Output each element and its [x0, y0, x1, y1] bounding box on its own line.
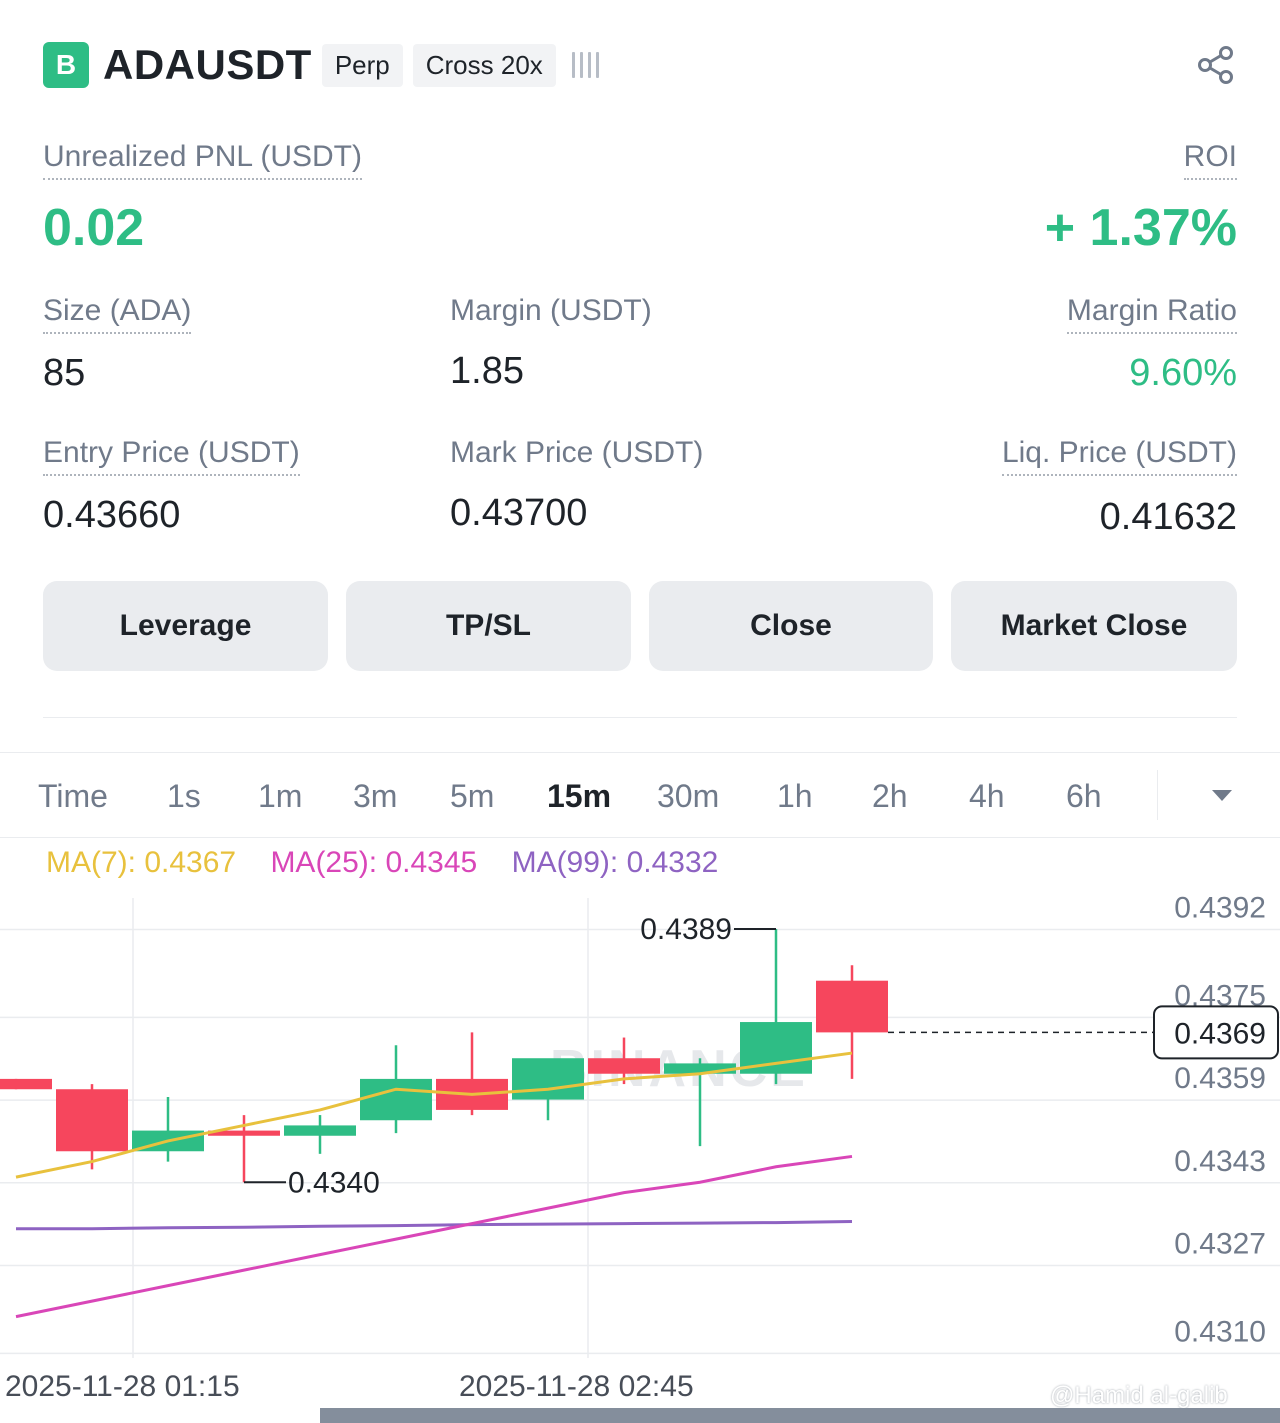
size-value: 85 — [43, 352, 86, 394]
timeframe-bar: Time 1s 1m 3m 5m 15m 30m 1h 2h 4h 6h — [0, 760, 1280, 836]
tab-15m[interactable]: 15m — [547, 778, 611, 815]
y-axis-tick: 0.4310 — [1174, 1315, 1266, 1348]
liq-price-value: 0.41632 — [1099, 496, 1237, 538]
current-price-label: 0.4369 — [1174, 1017, 1266, 1050]
position-header: B ADAUSDT Perp Cross 20x — [43, 40, 1237, 90]
exchange-logo: B — [43, 42, 89, 88]
tab-3m[interactable]: 3m — [353, 778, 397, 815]
tab-time[interactable]: Time — [38, 778, 108, 815]
tpsl-button[interactable]: TP/SL — [346, 581, 631, 671]
x-axis-tick: 2025-11-28 02:45 — [459, 1370, 694, 1403]
ma99-legend: MA(99): 0.4332 — [511, 846, 719, 879]
candle-body — [360, 1078, 432, 1121]
margin-mode-tag[interactable]: Cross 20x — [412, 43, 556, 87]
section-divider — [43, 717, 1237, 718]
ma25-line — [15, 1154, 853, 1319]
size-label[interactable]: Size (ADA) — [43, 294, 192, 334]
close-button[interactable]: Close — [649, 581, 933, 671]
liq-price-label[interactable]: Liq. Price (USDT) — [1001, 436, 1237, 476]
mark-price-value: 0.43700 — [450, 492, 588, 534]
high-price-label: 0.4389 — [640, 913, 732, 946]
roi-label[interactable]: ROI — [1183, 140, 1237, 180]
tab-1s[interactable]: 1s — [167, 778, 201, 815]
tab-1m[interactable]: 1m — [258, 778, 302, 815]
candle-body — [512, 1058, 584, 1100]
ma99-line — [16, 1220, 853, 1231]
ma-legend: MA(7): 0.4367 MA(25): 0.4345 MA(99): 0.4… — [46, 846, 744, 880]
timeframe-separator — [1157, 770, 1158, 820]
margin-ratio-value: 9.60% — [1129, 352, 1237, 394]
margin-label: Margin (USDT) — [450, 294, 652, 327]
market-close-button[interactable]: Market Close — [951, 581, 1237, 671]
tab-1h[interactable]: 1h — [777, 778, 813, 815]
candle-body — [0, 1078, 52, 1090]
entry-price-value: 0.43660 — [43, 494, 181, 536]
credit-watermark: @Hamid al-galib — [1050, 1382, 1228, 1409]
candle-body — [816, 980, 888, 1033]
candle-body — [588, 1058, 660, 1074]
tab-5m[interactable]: 5m — [450, 778, 494, 815]
leverage-button[interactable]: Leverage — [43, 581, 328, 671]
chart-scrollbar[interactable] — [320, 1408, 1280, 1423]
tab-6h[interactable]: 6h — [1066, 778, 1102, 815]
y-axis-tick: 0.4359 — [1174, 1062, 1266, 1095]
tab-30m[interactable]: 30m — [657, 778, 719, 815]
candle-body — [56, 1089, 128, 1152]
candle-body — [664, 1063, 736, 1074]
tab-2h[interactable]: 2h — [872, 778, 908, 815]
x-axis-tick: 2025-11-28 01:15 — [5, 1370, 240, 1403]
section-divider — [0, 752, 1280, 753]
mark-price-label: Mark Price (USDT) — [450, 436, 704, 469]
perp-tag: Perp — [321, 43, 403, 87]
tab-4h[interactable]: 4h — [969, 778, 1005, 815]
share-icon[interactable] — [1195, 44, 1237, 86]
candle-body — [284, 1125, 356, 1136]
unrealized-pnl-value: 0.02 — [43, 199, 145, 257]
chevron-down-icon[interactable] — [1212, 790, 1232, 801]
y-axis-tick: 0.4343 — [1174, 1145, 1266, 1178]
low-price-label: 0.4340 — [288, 1166, 380, 1199]
ma7-legend: MA(7): 0.4367 — [46, 846, 237, 879]
price-chart[interactable]: 0.43920.43750.43590.43430.43270.4310BINA… — [0, 838, 1280, 1423]
signal-bars-icon — [571, 50, 599, 80]
y-axis-tick: 0.4392 — [1174, 892, 1266, 925]
roi-value: + 1.37% — [1044, 199, 1237, 257]
ma25-legend: MA(25): 0.4345 — [270, 846, 478, 879]
margin-value: 1.85 — [450, 350, 524, 392]
symbol-title[interactable]: ADAUSDT — [103, 41, 312, 89]
unrealized-pnl-label[interactable]: Unrealized PNL (USDT) — [43, 140, 362, 180]
entry-price-label[interactable]: Entry Price (USDT) — [43, 436, 300, 476]
y-axis-tick: 0.4327 — [1174, 1227, 1266, 1260]
margin-ratio-label[interactable]: Margin Ratio — [1066, 294, 1237, 334]
